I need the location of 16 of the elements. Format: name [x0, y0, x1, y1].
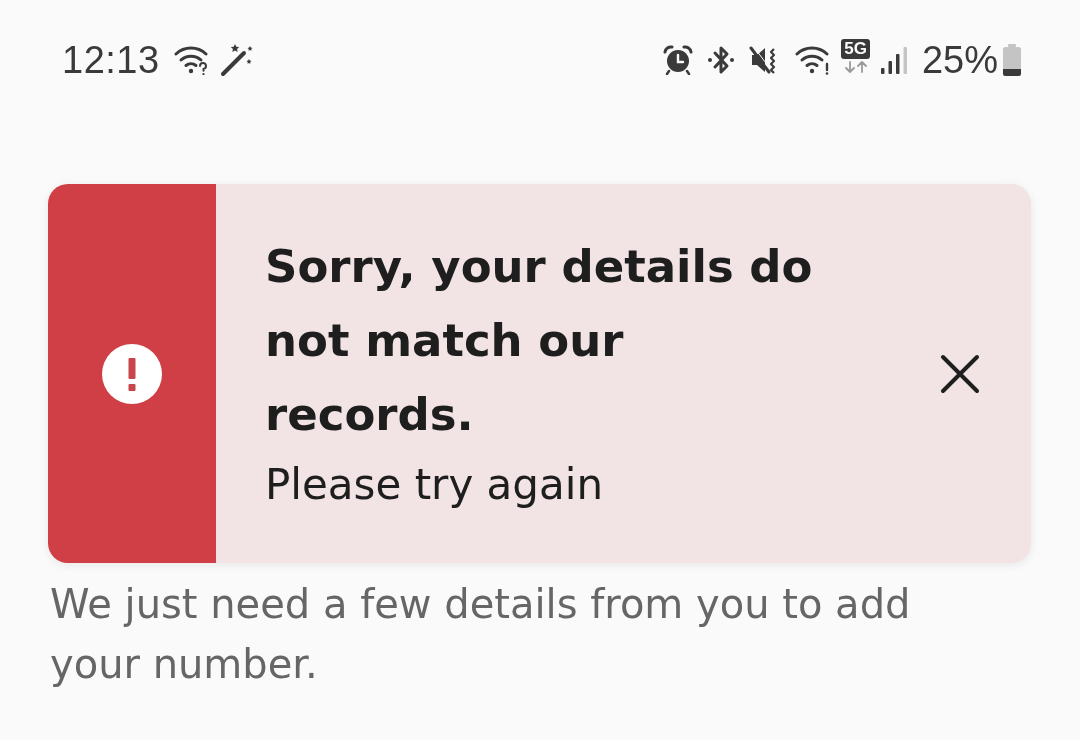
- network-type-badge: 5G: [841, 39, 870, 59]
- close-button[interactable]: [940, 353, 980, 394]
- wifi-question-icon: [173, 45, 210, 75]
- alarm-clock-icon: [663, 45, 694, 75]
- alert-title: Sorry, your details do not match our records.: [265, 238, 814, 443]
- alert-icon: [102, 343, 162, 404]
- battery-percentage: 25%: [921, 38, 998, 82]
- signal-bars-icon: [879, 46, 908, 74]
- close-icon: [940, 353, 980, 394]
- alert-message: Please try again: [265, 458, 604, 511]
- battery-icon: [1002, 44, 1022, 76]
- bluetooth-icon: [707, 45, 736, 75]
- data-arrows-icon: [843, 61, 868, 73]
- intro-text: We just need a few details from you to add your number.: [50, 580, 912, 689]
- clock-time: 12:13: [62, 38, 160, 82]
- magic-wand-icon: [219, 43, 254, 77]
